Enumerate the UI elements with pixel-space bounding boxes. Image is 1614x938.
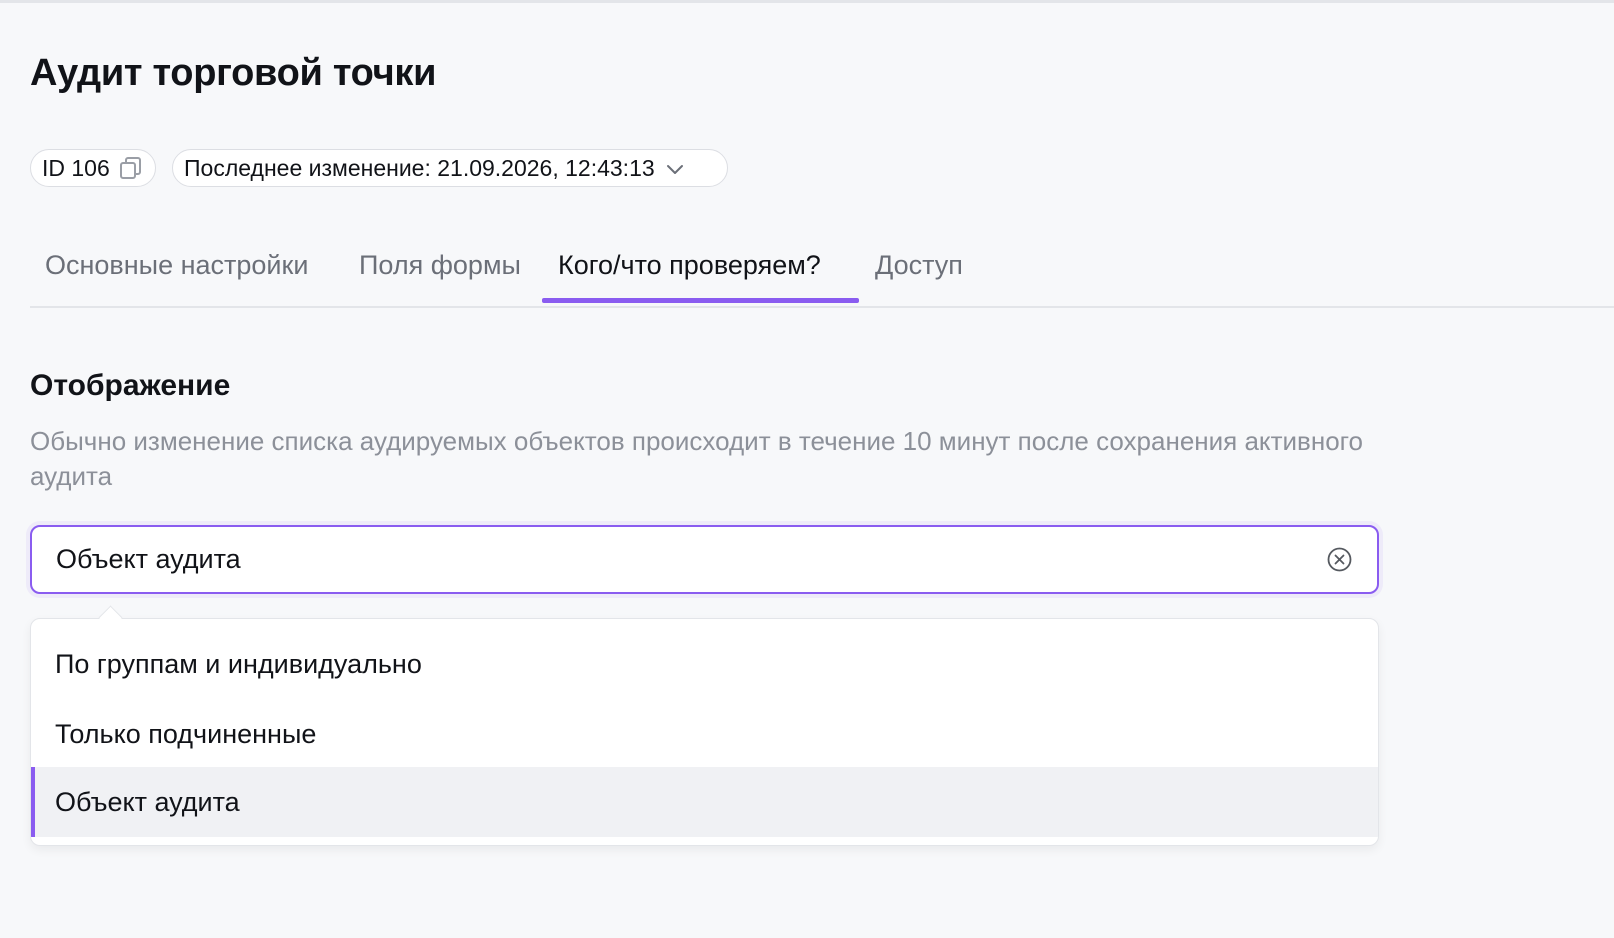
chevron-down-icon (665, 158, 685, 178)
option-subordinates-only[interactable]: Только подчиненные (31, 699, 1378, 769)
active-tab-indicator (542, 298, 859, 303)
last-modified-dropdown[interactable]: Последнее изменение: 21.09.2026, 12:43:1… (172, 149, 728, 187)
page-title: Аудит торговой точки (30, 52, 437, 94)
option-audit-object[interactable]: Объект аудита (31, 767, 1378, 837)
tab-access[interactable]: Доступ (875, 250, 963, 281)
id-label: ID 106 (42, 154, 110, 181)
select-options-list: По группам и индивидуально Только подчин… (30, 618, 1379, 846)
display-mode-select[interactable]: Объект аудита (30, 525, 1379, 594)
section-description: Обычно изменение списка аудируемых объек… (30, 426, 1364, 491)
last-modified-label: Последнее изменение: 21.09.2026, 12:43:1… (184, 154, 655, 181)
tab-form-fields[interactable]: Поля формы (359, 250, 521, 281)
section-title: Отображение (30, 369, 231, 402)
option-groups-and-individual[interactable]: По группам и индивидуально (31, 629, 1378, 699)
id-chip[interactable]: ID 106 (30, 149, 156, 187)
tab-main-settings[interactable]: Основные настройки (45, 250, 308, 281)
copy-icon[interactable] (118, 155, 144, 181)
clear-icon[interactable] (1326, 546, 1353, 573)
select-value: Объект аудита (56, 544, 241, 574)
tab-audit-targets[interactable]: Кого/что проверяем? (558, 250, 821, 281)
top-divider (0, 0, 1614, 3)
tabs-bar: Основные настройки Поля формы Кого/что п… (30, 236, 1614, 308)
